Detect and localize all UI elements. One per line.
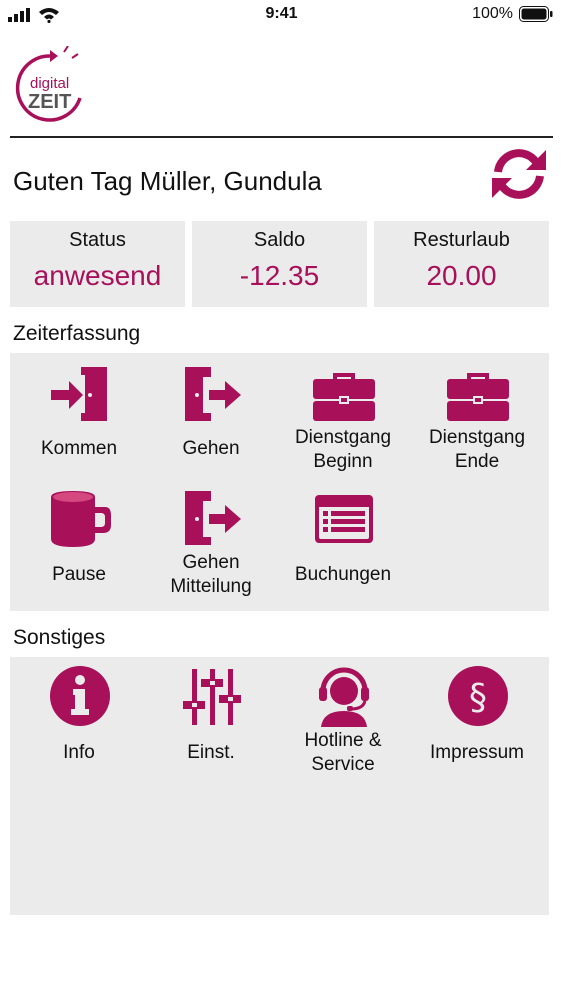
zeiterfassung-panel: Kommen Gehen Dienstgang Beginn Dienstgan… — [10, 353, 549, 611]
buchungen-label: Buchungen — [294, 564, 392, 585]
buchungen-button[interactable]: Buchungen — [276, 487, 410, 607]
saldo-value: -12.35 — [239, 260, 320, 291]
resturlaub-card: Resturlaub 20.00 — [374, 221, 549, 307]
status-value: anwesend — [33, 260, 162, 291]
sliders-icon — [183, 669, 241, 725]
battery-icon — [519, 6, 553, 22]
gehen-label: Gehen — [182, 438, 240, 459]
gehen-mitteilung-label: Gehen Mitteilung — [170, 552, 252, 597]
pause-button[interactable]: Pause — [12, 487, 146, 607]
info-icon — [50, 666, 110, 726]
greeting-text: Guten Tag Müller, Gundula — [13, 166, 322, 196]
pause-label: Pause — [52, 564, 106, 585]
headset-icon — [319, 667, 369, 727]
saldo-card: Saldo -12.35 — [192, 221, 367, 307]
header-divider — [10, 136, 553, 138]
impressum-label: Impressum — [430, 742, 524, 763]
saldo-label: Saldo — [253, 229, 306, 251]
list-icon — [315, 495, 373, 543]
dienstgang-beginn-label: Dienstgang Beginn — [294, 427, 392, 472]
svg-text:§: § — [469, 677, 487, 718]
refresh-icon[interactable] — [490, 148, 548, 200]
door-exit-icon — [185, 367, 241, 421]
dienstgang-ende-label: Dienstgang Ende — [428, 427, 526, 472]
battery-percent: 100% — [472, 5, 513, 22]
door-exit-icon — [185, 491, 241, 545]
hotline-service-label: Hotline & Service — [304, 730, 382, 775]
sonstiges-panel: Info Einst. Hotline & Service § Impressu… — [10, 657, 549, 915]
logo-line-2: ZEIT — [28, 91, 71, 113]
kommen-label: Kommen — [40, 438, 118, 459]
info-button[interactable]: Info — [12, 665, 146, 785]
logo-line-1: digital — [30, 75, 69, 92]
sonstiges-title: Sonstiges — [13, 626, 106, 649]
einstellungen-button[interactable]: Einst. — [144, 665, 278, 785]
resturlaub-label: Resturlaub — [413, 229, 510, 251]
status-bar: 9:41 100% — [0, 0, 563, 30]
einstellungen-label: Einst. — [187, 742, 235, 763]
app-logo: digital ZEIT — [14, 45, 86, 124]
impressum-button[interactable]: § Impressum — [410, 665, 544, 785]
status-label: Status — [69, 229, 126, 251]
coffee-cup-icon — [51, 491, 111, 547]
kommen-button[interactable]: Kommen — [12, 363, 146, 483]
zeiterfassung-title: Zeiterfassung — [13, 322, 141, 345]
status-card: Status anwesend — [10, 221, 185, 307]
dienstgang-beginn-button[interactable]: Dienstgang Beginn — [276, 363, 410, 483]
info-label: Info — [63, 742, 95, 763]
resturlaub-value: 20.00 — [426, 260, 497, 291]
dienstgang-ende-button[interactable]: Dienstgang Ende — [410, 363, 544, 483]
paragraph-icon: § — [448, 666, 508, 726]
door-enter-icon — [51, 367, 107, 421]
hotline-service-button[interactable]: Hotline & Service — [276, 665, 410, 785]
summary-cards: Status anwesend Saldo -12.35 Resturlaub … — [10, 221, 549, 307]
briefcase-icon — [313, 373, 375, 421]
briefcase-icon — [447, 373, 509, 421]
gehen-button[interactable]: Gehen — [144, 363, 278, 483]
gehen-mitteilung-button[interactable]: Gehen Mitteilung — [144, 487, 278, 607]
